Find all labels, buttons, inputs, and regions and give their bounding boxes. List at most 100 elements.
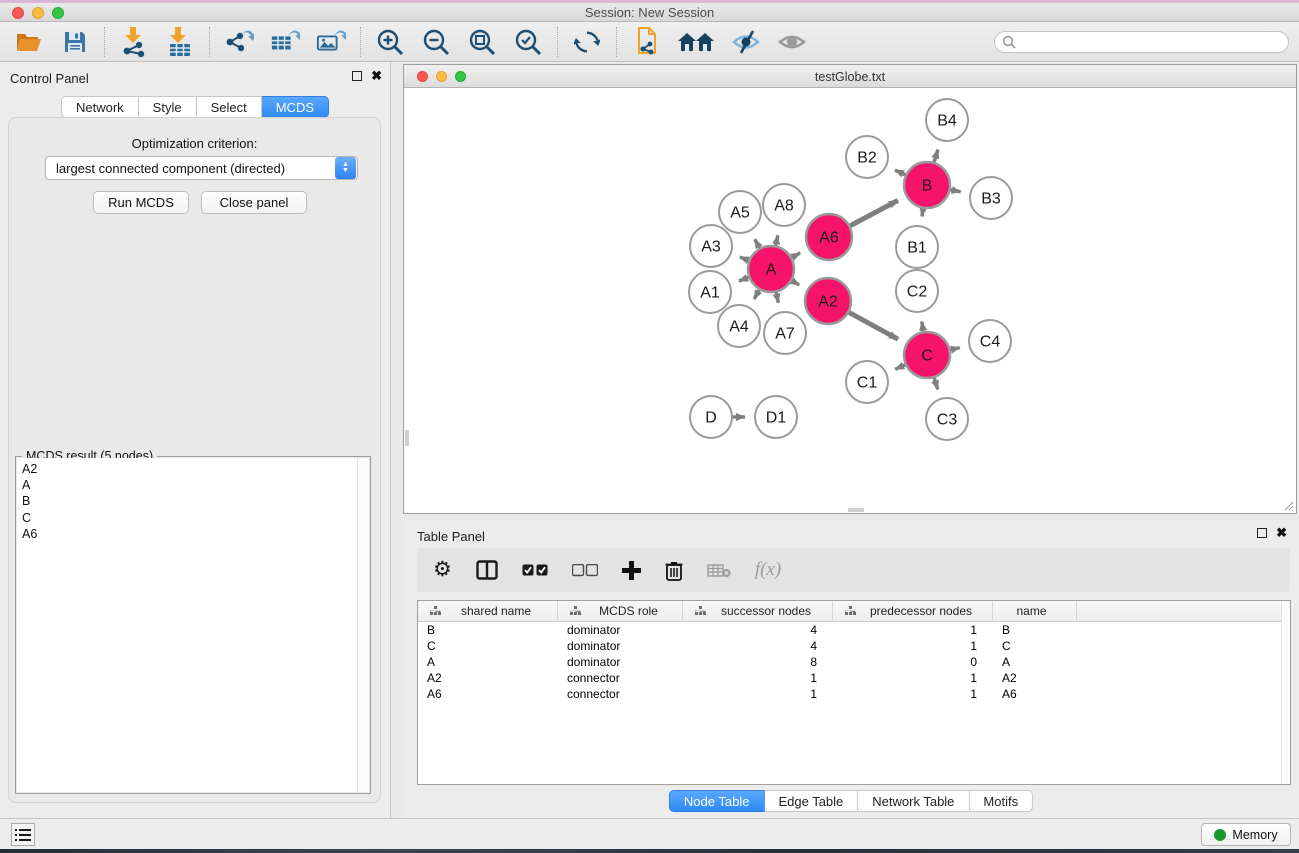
select-all-columns-icon[interactable]	[522, 564, 548, 577]
cell-predecessor-nodes[interactable]: 1	[833, 671, 993, 685]
edge-B-B2[interactable]	[895, 170, 905, 175]
edge-A-A5[interactable]	[755, 239, 760, 248]
column-header-successor-nodes[interactable]: successor nodes	[683, 601, 833, 621]
show-graphics-icon[interactable]	[777, 27, 807, 57]
task-history-button[interactable]	[11, 823, 35, 846]
hide-unhide-icon[interactable]	[731, 27, 761, 57]
edge-A-A4[interactable]	[754, 290, 759, 299]
export-table-icon[interactable]	[270, 27, 300, 57]
table-row[interactable]: Cdominator41C	[418, 638, 1290, 654]
delete-table-icon[interactable]	[707, 563, 731, 578]
cell-successor-nodes[interactable]: 8	[683, 655, 833, 669]
node-A2[interactable]: A2	[805, 278, 851, 324]
node-B1[interactable]: B1	[896, 226, 938, 268]
edge-B-B4[interactable]	[934, 150, 938, 162]
table-row[interactable]: A2connector11A2	[418, 670, 1290, 686]
close-panel-button[interactable]: Close panel	[201, 191, 307, 214]
cell-successor-nodes[interactable]: 4	[683, 623, 833, 637]
cell-shared-name[interactable]: A2	[418, 671, 558, 685]
cell-name[interactable]: A6	[993, 687, 1077, 701]
node-C2[interactable]: C2	[896, 270, 938, 312]
cell-successor-nodes[interactable]: 1	[683, 687, 833, 701]
table-scrollbar[interactable]	[1281, 601, 1290, 784]
edge-A-A7[interactable]	[776, 292, 778, 302]
node-A3[interactable]: A3	[690, 225, 732, 267]
tab-motifs[interactable]: Motifs	[969, 790, 1033, 812]
node-A1[interactable]: A1	[689, 271, 731, 313]
memory-button[interactable]: Memory	[1201, 823, 1291, 846]
node-A5[interactable]: A5	[719, 191, 761, 233]
import-network-icon[interactable]	[119, 27, 149, 57]
node-B4[interactable]: B4	[926, 99, 968, 141]
cell-name[interactable]: A2	[993, 671, 1077, 685]
cell-predecessor-nodes[interactable]: 0	[833, 655, 993, 669]
node-A8[interactable]: A8	[763, 184, 805, 226]
export-network-icon[interactable]	[224, 27, 254, 57]
edge-C-C1[interactable]	[895, 365, 905, 369]
float-panel-icon[interactable]	[352, 71, 362, 81]
cell-shared-name[interactable]: A6	[418, 687, 558, 701]
edge-C-C3[interactable]	[934, 378, 938, 390]
edge-A6-B[interactable]	[850, 200, 898, 225]
tab-style[interactable]: Style	[139, 96, 197, 118]
column-view-icon[interactable]	[476, 560, 498, 580]
node-B[interactable]: B	[904, 162, 950, 208]
tab-network[interactable]: Network	[61, 96, 139, 118]
node-A4[interactable]: A4	[718, 305, 760, 347]
zoom-out-icon[interactable]	[421, 27, 451, 57]
result-item[interactable]: A6	[22, 526, 357, 542]
edge-C-C2[interactable]	[922, 322, 924, 332]
function-builder-icon[interactable]: f(x)	[755, 559, 781, 581]
home-levels-icon[interactable]	[677, 27, 715, 57]
node-A6[interactable]: A6	[806, 214, 852, 260]
column-header-predecessor-nodes[interactable]: predecessor nodes	[833, 601, 993, 621]
result-item[interactable]: A	[22, 477, 357, 493]
edge-A-A1[interactable]	[739, 277, 749, 281]
node-C1[interactable]: C1	[846, 361, 888, 403]
node-C[interactable]: C	[904, 332, 950, 378]
cell-MCDS-role[interactable]: dominator	[558, 655, 683, 669]
close-table-panel-icon[interactable]: ✖	[1276, 528, 1287, 538]
tab-network-table[interactable]: Network Table	[858, 790, 969, 812]
node-B3[interactable]: B3	[970, 177, 1012, 219]
edge-B-B3[interactable]	[951, 190, 961, 192]
tab-node-table[interactable]: Node Table	[669, 790, 765, 812]
cell-name[interactable]: A	[993, 655, 1077, 669]
float-table-panel-icon[interactable]	[1257, 528, 1267, 538]
cell-MCDS-role[interactable]: connector	[558, 671, 683, 685]
cell-predecessor-nodes[interactable]: 1	[833, 639, 993, 653]
new-network-from-file-icon[interactable]	[631, 27, 661, 57]
column-header-MCDS-role[interactable]: MCDS role	[558, 601, 683, 621]
refresh-layout-icon[interactable]	[572, 27, 602, 57]
canvas-hscroll-nub[interactable]	[848, 508, 864, 512]
cell-shared-name[interactable]: B	[418, 623, 558, 637]
cell-MCDS-role[interactable]: connector	[558, 687, 683, 701]
edge-A-A2[interactable]	[792, 281, 799, 285]
edge-A2-C[interactable]	[849, 312, 898, 339]
cell-successor-nodes[interactable]: 1	[683, 671, 833, 685]
node-C4[interactable]: C4	[969, 320, 1011, 362]
tab-mcds[interactable]: MCDS	[262, 96, 329, 118]
tab-select[interactable]: Select	[197, 96, 262, 118]
add-column-icon[interactable]	[622, 561, 641, 580]
table-row[interactable]: A6connector11A6	[418, 686, 1290, 702]
cell-successor-nodes[interactable]: 4	[683, 639, 833, 653]
canvas-vscroll-nub[interactable]	[405, 430, 409, 446]
edge-A-A8[interactable]	[776, 235, 778, 245]
import-table-icon[interactable]	[165, 27, 195, 57]
table-row[interactable]: Bdominator41B	[418, 622, 1290, 638]
open-session-icon[interactable]	[14, 27, 44, 57]
save-session-icon[interactable]	[60, 27, 90, 57]
cell-predecessor-nodes[interactable]: 1	[833, 623, 993, 637]
network-graph[interactable]: AA1A2A3A4A5A6A7A8BB1B2B3B4CC1C2C3C4DD1	[404, 88, 1296, 513]
zoom-fit-icon[interactable]	[467, 27, 497, 57]
network-window-titlebar[interactable]: testGlobe.txt	[404, 65, 1296, 88]
cell-name[interactable]: C	[993, 639, 1077, 653]
node-A[interactable]: A	[748, 246, 794, 292]
edge-A-A6[interactable]	[792, 253, 800, 257]
column-header-name[interactable]: name	[993, 601, 1077, 621]
node-C3[interactable]: C3	[926, 398, 968, 440]
edge-B-B1[interactable]	[922, 209, 923, 217]
node-B2[interactable]: B2	[846, 136, 888, 178]
search-input[interactable]	[994, 31, 1289, 53]
